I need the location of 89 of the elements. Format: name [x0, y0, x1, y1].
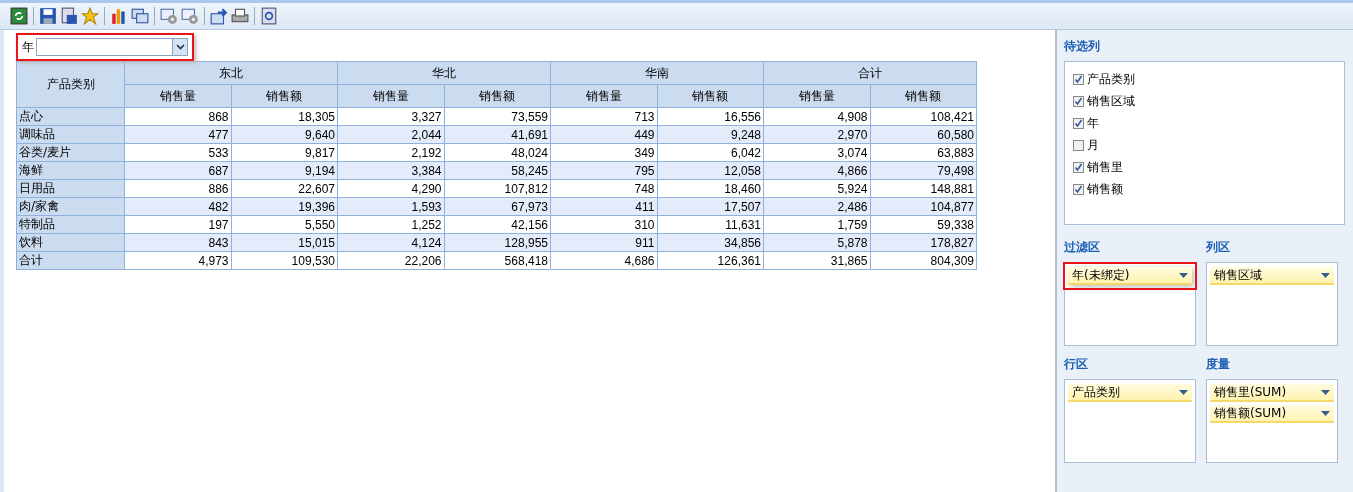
year-dropdown[interactable] — [36, 38, 188, 56]
section-title: 度量 — [1206, 356, 1231, 373]
export-icon[interactable] — [210, 7, 228, 25]
print-icon[interactable] — [231, 7, 249, 25]
table-cell: 6,042 — [657, 143, 764, 162]
table-cell: 48,024 — [444, 143, 551, 162]
settings-icon[interactable] — [181, 7, 199, 25]
field-label: 销售区域 — [1087, 92, 1135, 110]
field-chip[interactable]: 产品类别 — [1068, 384, 1192, 402]
header-cell: 销售额 — [231, 84, 338, 108]
table-cell: 748 — [550, 179, 657, 198]
table-cell: 197 — [124, 215, 231, 234]
table-cell: 713 — [550, 107, 657, 126]
table-cell: 42,156 — [444, 215, 551, 234]
preview-icon[interactable] — [260, 7, 278, 25]
checkbox[interactable] — [1073, 161, 1084, 173]
windows-icon[interactable] — [131, 7, 149, 25]
caret-icon — [1179, 389, 1188, 395]
filter-label: 年 — [22, 38, 34, 56]
table-cell: 3,074 — [763, 143, 870, 162]
save-icon[interactable] — [39, 7, 57, 25]
table-cell: 3,327 — [337, 107, 444, 126]
table-cell: 31,865 — [763, 251, 870, 270]
header-cell: 销售额 — [870, 84, 977, 108]
settings-icon[interactable] — [160, 7, 178, 25]
table-cell: 22,607 — [231, 179, 338, 198]
table-cell: 2,192 — [337, 143, 444, 162]
caret-icon — [1321, 410, 1330, 416]
table-cell: 22,206 — [337, 251, 444, 270]
table-cell: 886 — [124, 179, 231, 198]
chevron-icon — [175, 44, 185, 50]
star-icon[interactable] — [81, 7, 99, 25]
table-cell: 59,338 — [870, 215, 977, 234]
checkbox[interactable] — [1073, 139, 1084, 151]
header-cell: 华南 — [550, 61, 764, 85]
document-icon[interactable] — [60, 7, 78, 25]
table-cell: 148,881 — [870, 179, 977, 198]
caret-icon — [1321, 389, 1330, 395]
table-cell: 126,361 — [657, 251, 764, 270]
table-cell: 1,759 — [763, 215, 870, 234]
table-cell: 108,421 — [870, 107, 977, 126]
table-cell: 18,305 — [231, 107, 338, 126]
field-chip[interactable]: 销售区域 — [1210, 267, 1334, 285]
header-cell: 销售额 — [444, 84, 551, 108]
field-label: 产品类别 — [1087, 70, 1135, 88]
checkbox[interactable] — [1073, 95, 1084, 107]
table-cell: 18,460 — [657, 179, 764, 198]
section-title: 待选列 — [1064, 38, 1101, 55]
section-title: 行区 — [1064, 356, 1089, 373]
table-cell: 5,924 — [763, 179, 870, 198]
table-cell: 533 — [124, 143, 231, 162]
table-cell: 568,418 — [444, 251, 551, 270]
table-cell: 310 — [550, 215, 657, 234]
field-label: 销售额 — [1087, 180, 1123, 198]
table-cell: 4,973 — [124, 251, 231, 270]
table-cell: 16,556 — [657, 107, 764, 126]
header-cell: 销售额 — [657, 84, 764, 108]
field-chip[interactable]: 销售额(SUM) — [1210, 405, 1334, 423]
field-label: 月 — [1087, 136, 1099, 154]
table-cell: 4,686 — [550, 251, 657, 270]
table-cell: 804,309 — [870, 251, 977, 270]
table-cell: 5,550 — [231, 215, 338, 234]
field-label: 销售里 — [1087, 158, 1123, 176]
table-cell: 73,559 — [444, 107, 551, 126]
field-chip[interactable]: 销售里(SUM) — [1210, 384, 1334, 402]
table-cell: 9,817 — [231, 143, 338, 162]
table-cell: 4,908 — [763, 107, 870, 126]
header-cell: 华北 — [337, 61, 551, 85]
table-cell: 11,631 — [657, 215, 764, 234]
refresh-icon[interactable] — [10, 7, 28, 25]
checkbox[interactable] — [1073, 73, 1084, 85]
checkbox[interactable] — [1073, 183, 1084, 195]
header-cell: 产品类别 — [16, 61, 125, 108]
caret-icon — [1179, 272, 1188, 278]
table-cell: 349 — [550, 143, 657, 162]
table-cell: 109,530 — [231, 251, 338, 270]
checkbox[interactable] — [1073, 117, 1084, 129]
caret-icon — [1321, 272, 1330, 278]
field-label: 年 — [1087, 114, 1099, 132]
section-title: 过滤区 — [1064, 239, 1101, 256]
table-cell: 63,883 — [870, 143, 977, 162]
section-title: 列区 — [1206, 239, 1231, 256]
header-cell: 合计 — [763, 61, 977, 85]
table-cell: 4,290 — [337, 179, 444, 198]
table-cell: 107,812 — [444, 179, 551, 198]
header-cell: 东北 — [124, 61, 338, 85]
table-cell: 868 — [124, 107, 231, 126]
table-cell: 1,252 — [337, 215, 444, 234]
bar-chart-icon[interactable] — [110, 7, 128, 25]
